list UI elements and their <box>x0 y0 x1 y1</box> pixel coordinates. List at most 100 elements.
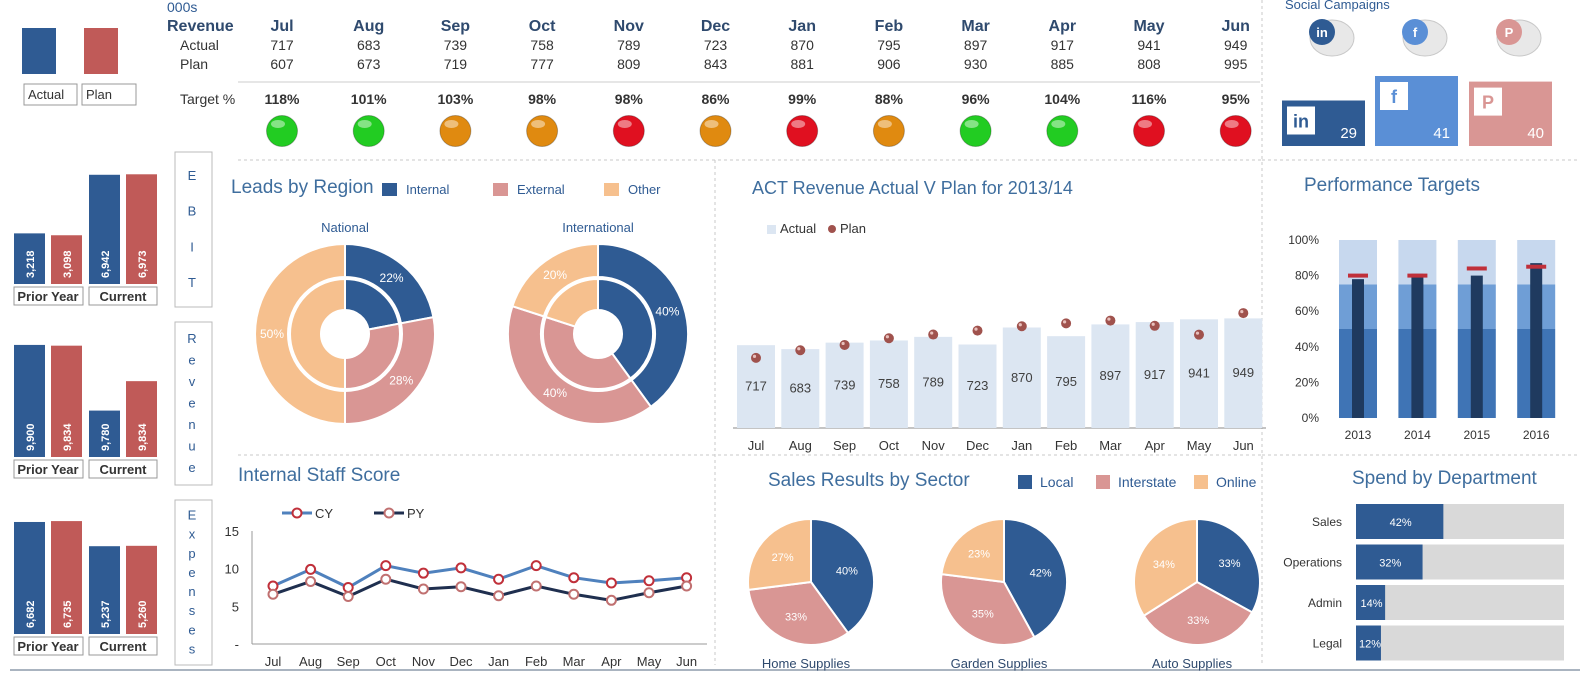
facebook-count: 41 <box>1433 125 1450 142</box>
summary-plan-value: 843 <box>704 56 728 72</box>
summary-plan-value: 885 <box>1051 56 1075 72</box>
spend-track <box>1356 625 1564 661</box>
leads-by-region: Leads by Region Internal External Other Nat… <box>231 177 689 426</box>
summary-actual-value: 758 <box>530 37 554 53</box>
sales-legend-label: Interstate <box>1118 474 1177 490</box>
summary-target-pct: 104% <box>1044 91 1080 107</box>
staff-point <box>493 573 505 585</box>
sales-pie-label: 33% <box>1187 615 1209 627</box>
staff-point <box>568 588 580 600</box>
status-indicator-red <box>1219 115 1252 147</box>
pinterest-tile-logo-glyph: P <box>1482 93 1494 113</box>
status-indicator-green <box>352 115 385 147</box>
spend-category: Legal <box>1313 637 1342 651</box>
summary-month: Sep <box>441 18 471 35</box>
social-campaigns: Social Campaigns in in 29 f f 41 P P 40 <box>1282 0 1552 146</box>
staff-point <box>530 580 542 592</box>
performance-target-marker <box>1407 273 1428 278</box>
summary-month: Apr <box>1049 18 1077 35</box>
staff-point <box>643 587 655 599</box>
staff-point <box>605 594 617 606</box>
sales-pie-name: Auto Supplies <box>1152 656 1233 671</box>
staff-point <box>681 580 693 592</box>
summary-plan-value: 809 <box>617 56 641 72</box>
revenue-plan-marker <box>1016 321 1027 332</box>
revenue-x-tick: Dec <box>966 438 990 453</box>
sales-pie-label: 40% <box>836 565 858 577</box>
current-label: Current <box>100 462 148 477</box>
staff-point <box>530 560 542 572</box>
performance-target-marker <box>1466 266 1487 271</box>
dashboard-canvas: Actual Plan 000s Revenue Actual Plan Tar… <box>10 0 1580 671</box>
revenue-plan-marker-highlight <box>1063 320 1067 324</box>
staff-point <box>342 582 354 593</box>
revenue-plan-marker <box>883 333 894 344</box>
sales-results-by-sector: Sales Results by Sector Local Interstate O… <box>747 470 1261 671</box>
staff-point <box>455 581 467 593</box>
revenue-bar-label: 683 <box>789 381 811 396</box>
status-indicator-highlight <box>877 120 892 128</box>
legend-plan-label: Plan <box>86 87 112 102</box>
summary-month: Oct <box>529 18 556 35</box>
revenue-bar-label: 739 <box>834 377 856 392</box>
status-indicator-highlight <box>444 120 459 128</box>
staff-point <box>493 590 505 602</box>
performance-x-tick: 2015 <box>1463 428 1490 442</box>
performance-targets-chart: Performance Targets 100% 80% 60% 40% 20% 0% 20… <box>1288 175 1556 442</box>
current-label: Current <box>100 289 148 304</box>
kpi-side-letter: e <box>188 352 197 367</box>
staff-point <box>605 577 617 589</box>
status-indicator-amber <box>872 115 905 147</box>
status-indicator-amber <box>526 115 559 147</box>
revenue-plan-marker <box>1061 318 1072 329</box>
status-indicator-highlight <box>531 120 546 128</box>
prior-year-label: Prior Year <box>17 462 78 477</box>
spend-category: Operations <box>1283 556 1342 570</box>
staff-x-tick: Jan <box>488 654 509 669</box>
staff-score-title: Internal Staff Score <box>238 465 400 486</box>
revenue-legend-actual: Actual <box>780 221 816 236</box>
leads-segment-label: 20% <box>543 268 567 282</box>
revenue-plan-marker <box>1238 308 1249 319</box>
kpi-side-letter: E <box>188 508 199 523</box>
revenue-legend-actual-swatch <box>767 225 776 234</box>
kpi-side-letter: n <box>188 584 197 599</box>
kpi-bar-value: 3,218 <box>25 250 37 278</box>
revenue-plan-marker-highlight <box>752 354 757 358</box>
summary-month: Mar <box>961 18 989 35</box>
revenue-plan-marker-highlight <box>841 341 845 346</box>
staff-x-tick: Oct <box>376 654 397 669</box>
performance-y-tick: 40% <box>1295 340 1319 354</box>
status-indicator-highlight <box>1051 120 1066 128</box>
staff-y-tick: 15 <box>225 524 239 539</box>
performance-y-tick: 60% <box>1295 304 1319 318</box>
summary-month: Nov <box>614 18 644 35</box>
staff-line-cy <box>272 564 687 590</box>
sales-legend-label: Local <box>1040 474 1073 490</box>
performance-actual-bar <box>1352 279 1364 418</box>
kpi-bar-value: 9,834 <box>62 423 74 451</box>
spend-by-department-chart: Spend by Department 42% Sales 32% Operation… <box>1283 468 1564 661</box>
revenue-legend-plan: Plan <box>840 221 866 236</box>
leads-legend-label: External <box>517 182 565 197</box>
sales-pie-name: Home Supplies <box>762 656 851 671</box>
performance-y-tick: 80% <box>1295 269 1319 283</box>
staff-point <box>267 588 279 600</box>
revenue-x-tick: Jul <box>748 438 765 453</box>
revenue-plan-marker <box>928 329 939 340</box>
staff-legend-label: PY <box>407 506 425 521</box>
kpi-side-label: Revenue <box>187 331 198 475</box>
current-label: Current <box>100 639 148 654</box>
summary-target-pct: 98% <box>528 91 557 107</box>
leads-segment-label: 40% <box>655 304 679 318</box>
kpi-panels: 3,218 3,098 6,942 6,973 Prior Year Current E B I… <box>13 151 213 666</box>
summary-actual-value: 870 <box>791 37 815 53</box>
summary-plan-value: 906 <box>877 56 901 72</box>
summary-actual-value: 683 <box>357 37 381 53</box>
kpi-side-letter: n <box>188 417 197 432</box>
revenue-legend-plan-marker <box>828 225 836 233</box>
staff-x-tick: Jul <box>265 654 282 669</box>
staff-point <box>380 560 392 572</box>
revenue-plan-marker-highlight <box>1195 331 1200 335</box>
revenue-plan-marker <box>1149 320 1160 331</box>
